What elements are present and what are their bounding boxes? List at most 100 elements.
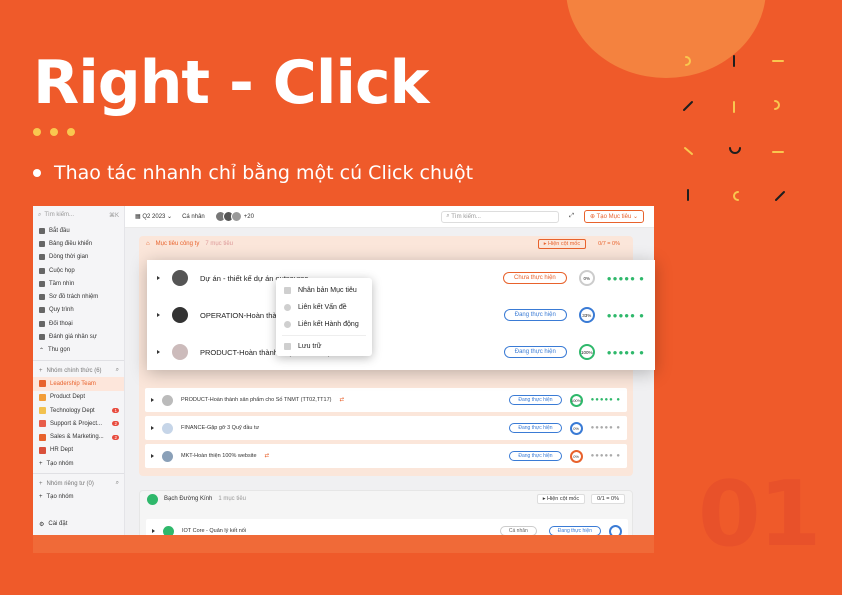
zoomed-goal-rows: Dự án - thiết kế dự án outsource Chưa th… — [147, 260, 655, 370]
status-badge[interactable]: Đang thực hiện — [503, 309, 567, 321]
search-icon[interactable]: ⌕ — [116, 367, 119, 374]
sidebar-item-dashboard[interactable]: Bảng điều khiển — [33, 237, 124, 250]
expand-arrow-icon[interactable] — [151, 454, 154, 458]
menu-item-label: Nhân bản Mục tiêu — [298, 287, 357, 294]
link-issue-icon — [284, 304, 291, 311]
health-dots: ●●●●● ● — [590, 425, 621, 431]
sidebar-item-process[interactable]: Quy trình — [33, 304, 124, 317]
goal-row[interactable]: PRODUCT-Hoàn thành ... (TT02,TT17)⇄ Đang… — [147, 334, 655, 370]
bullet-point: Thao tác nhanh chỉ bằng một cú Click chu… — [33, 162, 473, 184]
more-avatars-count: +20 — [243, 213, 254, 220]
expand-arrow-icon[interactable] — [151, 398, 154, 402]
health-dots: ●●●●● ● — [590, 453, 621, 459]
sidebar-team-technology[interactable]: Technology Dept 1 — [33, 404, 124, 417]
create-group-button[interactable]: + Tạo nhóm — [33, 457, 124, 470]
show-milestones-button[interactable]: ▸ Hiện cột mốc — [537, 239, 587, 249]
private-header[interactable]: + Nhóm riêng tư (0) ⌕ — [33, 477, 124, 490]
search-input[interactable]: ⌕ Tìm kiếm... — [441, 210, 560, 223]
show-milestones-label: Hiện cột mốc — [547, 496, 580, 502]
menu-item-duplicate[interactable]: Nhân bản Mục tiêu — [276, 282, 372, 299]
sidebar-team-leadership[interactable]: Leadership Team — [33, 377, 124, 391]
app-screenshot: ⌕ Tìm kiếm... ⌘K Bắt đầu Bảng điều khiển… — [33, 206, 654, 535]
goal-row[interactable]: FINANCE-Gặp gỡ 3 Quỹ đầu tư Đang thực hi… — [145, 416, 627, 440]
collapse-icon: ⌃ — [39, 347, 45, 354]
goal-row[interactable]: Dự án - thiết kế dự án outsource Chưa th… — [147, 260, 655, 296]
sidebar-search[interactable]: ⌕ Tìm kiếm... ⌘K — [38, 210, 119, 220]
group-count: 7 mục tiêu — [205, 241, 233, 247]
sidebar-team-sales[interactable]: Sales & Marketing... 2 — [33, 430, 124, 443]
team-label: Sales & Marketing... — [50, 434, 104, 441]
menu-item-link-action[interactable]: Liên kết Hành động — [276, 316, 372, 333]
expand-arrow-icon[interactable] — [157, 276, 160, 280]
avatar — [162, 450, 173, 462]
personal-filter[interactable]: Cá nhân — [182, 214, 205, 220]
team-label: HR Dept — [50, 447, 74, 454]
group-title: Mục tiêu công ty — [155, 241, 200, 247]
home-icon — [39, 227, 45, 234]
sidebar-item-vision[interactable]: Tầm nhìn — [33, 277, 124, 290]
duplicate-icon — [284, 287, 291, 294]
expand-arrow-icon[interactable] — [157, 350, 160, 354]
decorative-glyph-pattern — [683, 55, 785, 201]
status-badge[interactable]: Đang thực hiện — [509, 451, 562, 461]
sidebar-item-label: Bảng điều khiển — [49, 240, 93, 247]
goal-row[interactable]: IOT Core - Quản lý kết nối Cá nhân Đang … — [146, 519, 628, 535]
search-icon[interactable]: ⌕ — [116, 480, 119, 487]
expand-arrow-icon[interactable] — [151, 426, 154, 430]
avatar — [172, 270, 188, 286]
sidebar-team-hr[interactable]: HR Dept — [33, 444, 124, 457]
avatar — [163, 525, 174, 535]
menu-item-link-issue[interactable]: Liên kết Vấn đề — [276, 299, 372, 316]
team-color-icon — [39, 433, 46, 441]
expand-arrow-icon[interactable] — [157, 313, 160, 317]
member-avatars[interactable]: +20 — [214, 211, 254, 222]
dashboard-icon — [39, 240, 45, 247]
create-private-group-button[interactable]: + Tạo nhóm — [33, 491, 124, 504]
goal-row[interactable]: PRODUCT-Hoàn thành sản phẩm cho Số TNMT … — [145, 388, 627, 412]
status-badge[interactable]: Chưa thực hiện — [503, 272, 567, 284]
meeting-icon — [39, 267, 45, 274]
sidebar-item-review[interactable]: Đánh giá nhân sự — [33, 330, 124, 343]
count-badge: 2 — [112, 434, 119, 440]
goal-title: IOT Core - Quản lý kết nối — [182, 528, 247, 534]
teams-header-label: Nhóm chính thức (6) — [46, 367, 102, 374]
menu-item-archive[interactable]: Lưu trữ — [276, 338, 372, 355]
create-goal-button[interactable]: ⊕ Tạo Mục tiêu ⌄ — [584, 210, 644, 223]
settings-label: Cài đặt — [48, 521, 68, 528]
search-icon: ⌕ — [38, 211, 42, 218]
sidebar-team-product[interactable]: Product Dept — [33, 391, 124, 404]
expand-icon[interactable]: ⤢ — [569, 213, 574, 220]
chat-icon — [39, 320, 45, 327]
teams-header[interactable]: + Nhóm chính thức (6) ⌕ — [33, 364, 124, 377]
divider — [33, 473, 124, 475]
progress-ring: 0% — [569, 449, 583, 463]
progress-ring: 100% — [578, 344, 595, 360]
divider — [282, 335, 366, 336]
goal-row[interactable]: MKT-Hoàn thiện 100% website ⇄ Đang thực h… — [145, 444, 627, 468]
status-badge[interactable]: Đang thực hiện — [509, 423, 562, 433]
avatar — [162, 394, 173, 406]
sidebar-item-dialogue[interactable]: Đối thoại — [33, 317, 124, 330]
sidebar-item-meetings[interactable]: Cuộc họp — [33, 264, 124, 277]
sidebar-item-responsibility[interactable]: Sơ đồ trách nhiệm — [33, 290, 124, 303]
menu-item-label: Liên kết Vấn đề — [298, 304, 347, 311]
show-milestones-button[interactable]: ▸ Hiện cột mốc — [536, 494, 586, 504]
home-icon: ⌂ — [146, 241, 150, 247]
plus-icon: + — [39, 367, 43, 374]
sidebar-team-support[interactable]: Support & Project... 2 — [33, 417, 124, 430]
goal-row[interactable]: OPERATION-Hoàn thành ... văn hóa Đang th… — [147, 297, 655, 333]
sidebar-item-collapse[interactable]: ⌃ Thu gọn — [33, 344, 124, 357]
expand-arrow-icon[interactable] — [152, 529, 155, 533]
status-badge[interactable]: Đang thực hiện — [509, 395, 562, 405]
bullet-dot-icon — [33, 169, 41, 177]
sidebar-item-start[interactable]: Bắt đầu — [33, 224, 124, 237]
quarter-selector[interactable]: ▦ Q2 2023 ⌄ — [135, 213, 172, 220]
top-bar: ▦ Q2 2023 ⌄ Cá nhân +20 ⌕ Tìm kiếm... ⤢ … — [125, 206, 654, 228]
group-title: Bạch Đường Kính — [164, 496, 213, 502]
status-badge[interactable]: Đang thực hiện — [548, 526, 601, 535]
status-badge[interactable]: Đang thực hiện — [503, 346, 567, 358]
link-icon: ⇄ — [339, 397, 345, 403]
progress-ring: 0% — [578, 270, 595, 286]
sidebar-item-timeline[interactable]: Dòng thời gian — [33, 251, 124, 264]
sidebar-item-settings[interactable]: ⚙ Cài đặt — [33, 518, 67, 531]
